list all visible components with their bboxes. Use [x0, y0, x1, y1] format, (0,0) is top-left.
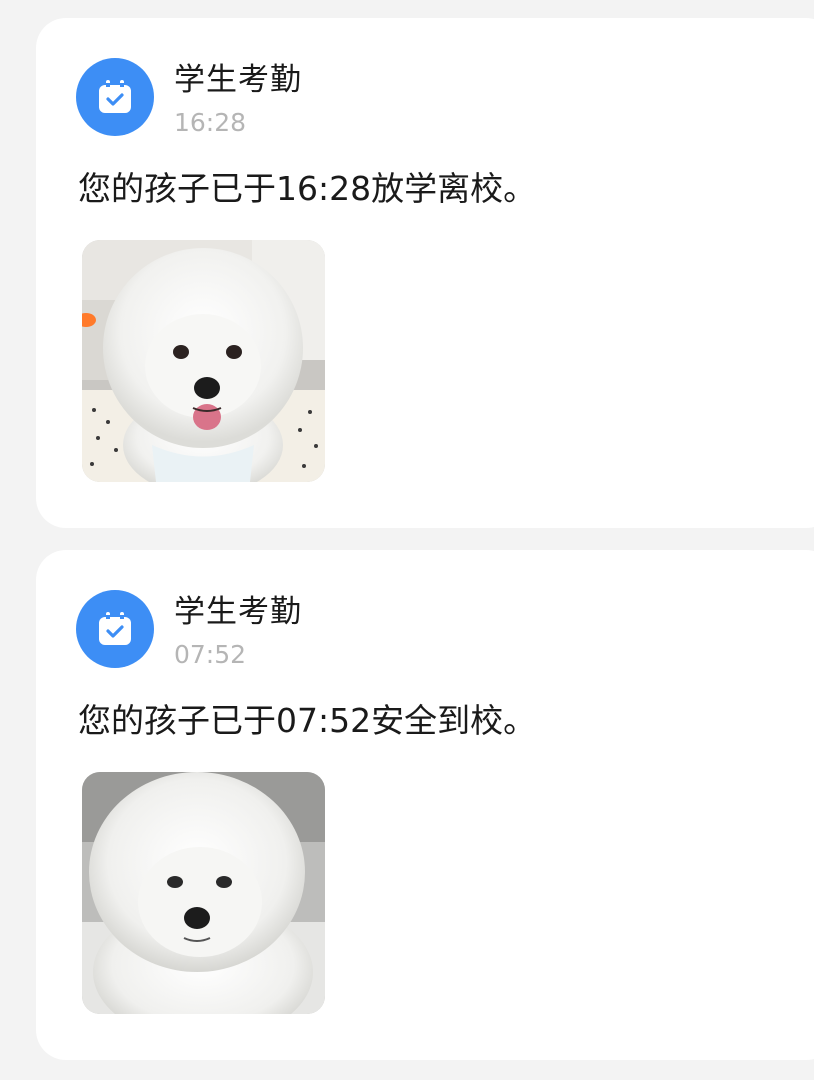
notification-time: 16:28 — [174, 108, 247, 137]
notification-card[interactable]: 学生考勤 07:52 您的孩子已于07:52安全到校。 — [36, 550, 814, 1060]
calendar-check-icon — [76, 590, 154, 668]
calendar-check-icon — [76, 58, 154, 136]
notification-card[interactable]: 学生考勤 16:28 您的孩子已于16:28放学离校。 — [36, 18, 814, 528]
app-name: 学生考勤 — [174, 62, 302, 98]
app-name: 学生考勤 — [174, 594, 302, 630]
notification-message: 您的孩子已于07:52安全到校。 — [78, 701, 537, 740]
dog-photo[interactable] — [82, 240, 325, 482]
notification-message: 您的孩子已于16:28放学离校。 — [78, 169, 537, 208]
notification-time: 07:52 — [174, 640, 247, 669]
dog-photo[interactable] — [82, 772, 325, 1014]
notification-feed: 学生考勤 16:28 您的孩子已于16:28放学离校。 学生考勤 07:52 您… — [0, 0, 814, 1080]
